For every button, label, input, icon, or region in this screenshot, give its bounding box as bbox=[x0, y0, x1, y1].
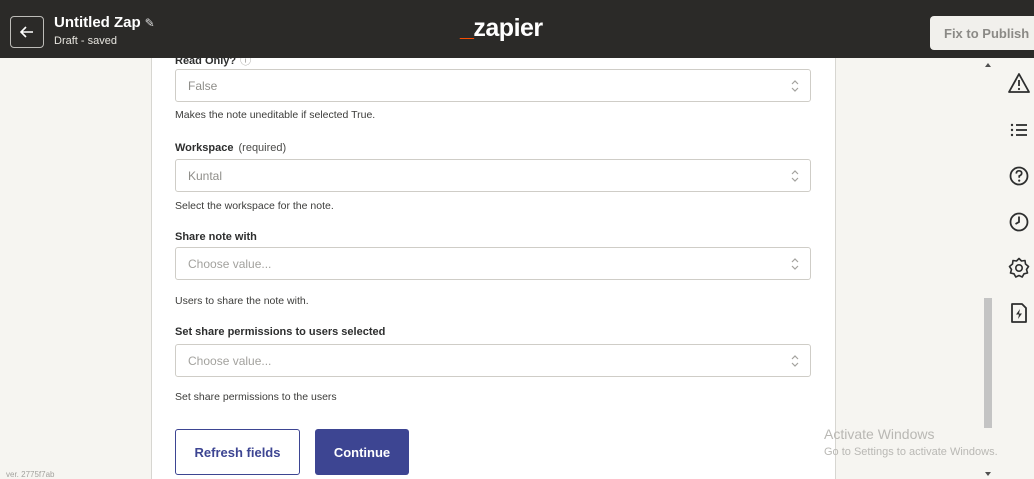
windows-activation-title: Activate Windows bbox=[824, 426, 935, 442]
share-note-with-help: Users to share the note with. bbox=[175, 295, 309, 307]
refresh-fields-button[interactable]: Refresh fields bbox=[175, 429, 300, 475]
read-only-select[interactable]: False bbox=[175, 69, 811, 102]
workspace-label: Workspace (required) bbox=[175, 142, 287, 154]
read-only-label: Read Only? ⓘ bbox=[175, 58, 251, 68]
workspace-select[interactable]: Kuntal bbox=[175, 159, 811, 192]
history-icon[interactable] bbox=[1008, 211, 1030, 233]
share-permissions-help: Set share permissions to the users bbox=[175, 391, 337, 403]
zap-status: Draft - saved bbox=[54, 35, 117, 47]
share-permissions-label: Set share permissions to users selected bbox=[175, 326, 386, 338]
scroll-down-arrow-icon[interactable] bbox=[985, 472, 991, 476]
settings-icon[interactable] bbox=[1008, 257, 1030, 279]
zap-title[interactable]: Untitled Zap ✎ bbox=[54, 14, 155, 31]
workspace-value: Kuntal bbox=[188, 169, 223, 183]
zapier-logo[interactable]: _zapier bbox=[460, 14, 543, 43]
workspace-help: Select the workspace for the note. bbox=[175, 200, 334, 212]
arrow-left-icon bbox=[20, 26, 33, 38]
read-only-value: False bbox=[188, 79, 218, 93]
info-icon: ⓘ bbox=[240, 58, 252, 67]
share-permissions-select[interactable]: Choose value... bbox=[175, 344, 811, 377]
share-note-with-label: Share note with bbox=[175, 231, 257, 243]
scrollbar[interactable] bbox=[982, 58, 994, 479]
fix-to-publish-button[interactable]: Fix to Publish bbox=[930, 16, 1034, 50]
share-note-with-placeholder: Choose value... bbox=[188, 257, 272, 271]
share-permissions-placeholder: Choose value... bbox=[188, 354, 272, 368]
windows-activation-subtitle: Go to Settings to activate Windows. bbox=[824, 446, 998, 458]
zap-file-icon[interactable] bbox=[1008, 302, 1030, 324]
back-button[interactable] bbox=[10, 16, 44, 48]
select-arrows-icon bbox=[791, 170, 799, 182]
continue-button[interactable]: Continue bbox=[315, 429, 409, 475]
warning-icon[interactable] bbox=[1008, 72, 1030, 94]
select-arrows-icon bbox=[791, 80, 799, 92]
select-arrows-icon bbox=[791, 355, 799, 367]
pencil-icon[interactable]: ✎ bbox=[145, 16, 155, 30]
scroll-up-arrow-icon[interactable] bbox=[985, 63, 991, 67]
zap-title-text: Untitled Zap bbox=[54, 14, 141, 31]
version-label: ver. 2775f7ab bbox=[6, 470, 55, 479]
help-icon[interactable] bbox=[1008, 165, 1030, 187]
scrollbar-thumb[interactable] bbox=[984, 298, 992, 428]
top-bar: Untitled Zap ✎ Draft - saved _zapier Fix … bbox=[0, 0, 1034, 58]
list-icon[interactable] bbox=[1008, 119, 1030, 141]
read-only-help: Makes the note uneditable if selected Tr… bbox=[175, 109, 376, 121]
select-arrows-icon bbox=[791, 258, 799, 270]
share-note-with-select[interactable]: Choose value... bbox=[175, 247, 811, 280]
right-sidebar bbox=[1000, 58, 1034, 479]
step-config-panel: Read Only? ⓘ False Makes the note unedita… bbox=[151, 58, 836, 479]
